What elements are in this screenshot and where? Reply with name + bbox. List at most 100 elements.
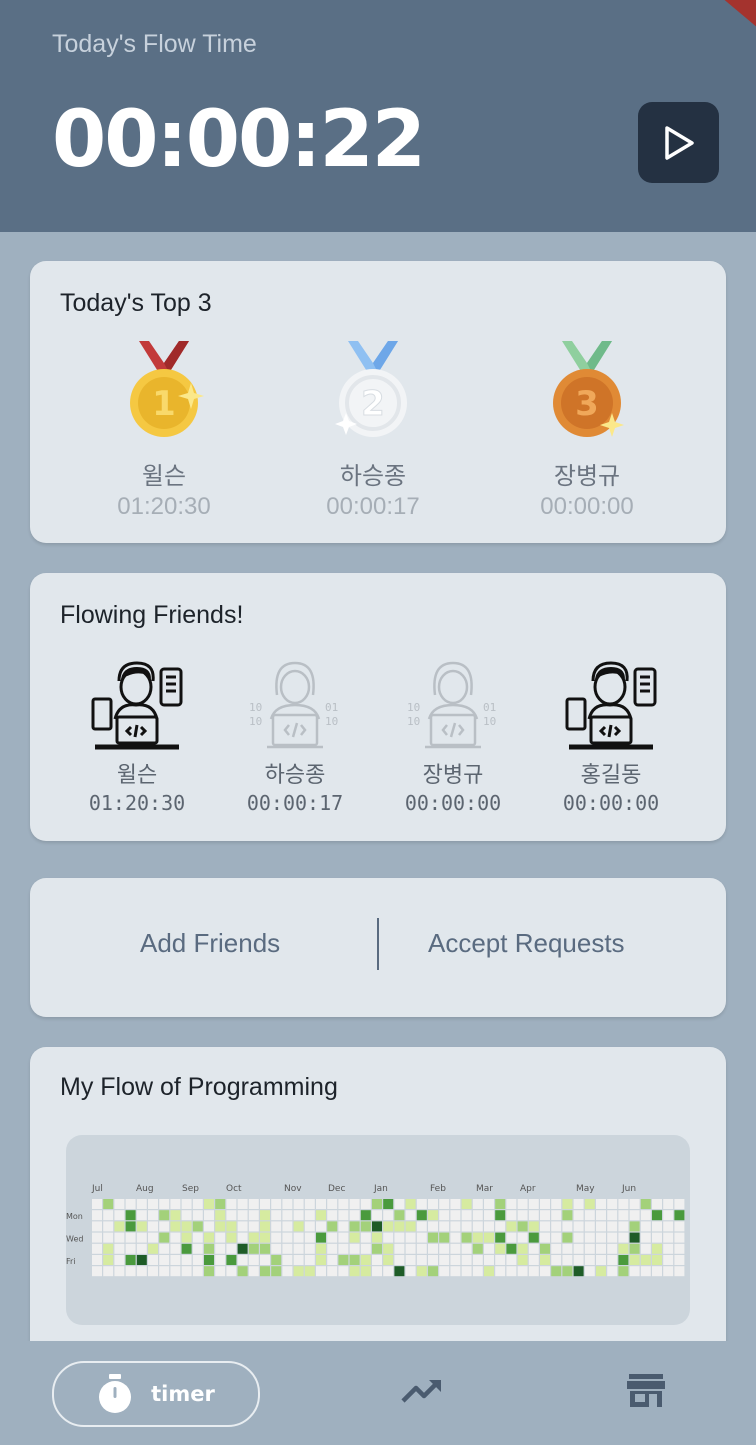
friend-item[interactable]: 홍길동 00:00:00 — [546, 659, 676, 815]
heatmap-cell — [629, 1255, 640, 1265]
heatmap-cell — [551, 1232, 562, 1243]
heatmap-cell — [282, 1221, 293, 1232]
heatmap-cell — [148, 1232, 158, 1243]
heatmap-cell — [159, 1243, 170, 1254]
heatmap-cell — [192, 1243, 203, 1254]
heatmap-cell — [652, 1199, 662, 1209]
heatmap-cell — [271, 1210, 282, 1221]
heatmap-cell — [260, 1210, 270, 1221]
heatmap-cell — [573, 1221, 584, 1232]
heatmap-cell — [629, 1221, 640, 1232]
heatmap-cell — [663, 1232, 674, 1243]
heatmap-cell — [136, 1210, 147, 1221]
heatmap-cell — [282, 1210, 293, 1221]
heatmap-cell — [372, 1266, 382, 1277]
accept-requests-button[interactable]: Accept Requests — [428, 928, 625, 959]
timer-value: 00:00:22 — [52, 95, 426, 185]
heatmap-cell — [293, 1199, 304, 1209]
heatmap-cell — [394, 1199, 405, 1209]
heatmap-cell — [159, 1221, 170, 1232]
svg-text:01: 01 — [325, 701, 338, 714]
heatmap-cell — [170, 1199, 181, 1209]
heatmap-cell — [428, 1266, 438, 1277]
heatmap-cell — [204, 1232, 214, 1243]
heatmap-cell — [327, 1199, 338, 1209]
heatmap-cell — [304, 1266, 315, 1277]
heatmap-cell — [204, 1221, 214, 1232]
heatmap-cell — [92, 1210, 102, 1221]
heatmap-cell — [607, 1232, 618, 1243]
heatmap-cell — [562, 1221, 573, 1232]
heatmap-cell — [181, 1243, 192, 1254]
heatmap-cell — [327, 1221, 338, 1232]
heatmap-cell — [92, 1255, 102, 1265]
heatmap-cell — [472, 1232, 483, 1243]
nav-timer-tab[interactable]: timer — [52, 1361, 260, 1427]
heatmap-cell — [573, 1232, 584, 1243]
heatmap-cell — [405, 1255, 416, 1265]
friend-time: 01:20:30 — [88, 791, 186, 815]
friend-item[interactable]: 10 10 01 10 장병규 00:00:00 — [388, 659, 518, 815]
heatmap-cell — [316, 1255, 326, 1265]
heatmap-cell — [304, 1243, 315, 1254]
month-label: Jul — [91, 1184, 103, 1194]
heatmap-cell — [271, 1221, 282, 1232]
heatmap-cell — [114, 1255, 125, 1265]
heatmap-cell — [327, 1243, 338, 1254]
heatmap-cell — [584, 1266, 595, 1277]
heatmap-cell — [349, 1243, 360, 1254]
heatmap-cell — [125, 1243, 136, 1254]
heatmap-cell — [528, 1199, 539, 1209]
heatmap-cell — [416, 1210, 427, 1221]
heatmap-cell — [674, 1243, 685, 1254]
heatmap-cell — [159, 1232, 170, 1243]
heatmap-cell — [394, 1232, 405, 1243]
heatmap-cell — [640, 1266, 651, 1277]
heatmap-cell — [383, 1232, 394, 1243]
storefront-icon — [627, 1374, 665, 1407]
heatmap-cell — [629, 1266, 640, 1277]
heatmap-cell — [450, 1266, 461, 1277]
nav-stats-tab[interactable] — [400, 1375, 446, 1411]
nav-timer-label: timer — [151, 1382, 215, 1406]
play-button[interactable] — [638, 102, 719, 183]
heatmap-cell — [260, 1232, 270, 1243]
heatmap-cell — [562, 1199, 573, 1209]
heatmap-cell — [674, 1199, 685, 1209]
month-label: Oct — [226, 1184, 242, 1194]
heatmap-svg: Jul Aug Sep Oct Nov Dec Jan Feb Mar Apr May Jun Mon W… — [66, 1184, 685, 1277]
heatmap-cell — [640, 1199, 651, 1209]
heatmap-cell — [517, 1255, 528, 1265]
heatmap-cell — [316, 1243, 326, 1254]
heatmap-cell — [573, 1199, 584, 1209]
heatmap-cell — [618, 1210, 629, 1221]
heatmap-cell — [260, 1243, 270, 1254]
heatmap-cell — [472, 1221, 483, 1232]
heatmap-cell — [215, 1210, 226, 1221]
heatmap-cell — [540, 1232, 550, 1243]
heatmap-cell — [170, 1221, 181, 1232]
heatmap-cell — [215, 1199, 226, 1209]
heatmap-cell — [170, 1255, 181, 1265]
heatmap-cell — [204, 1199, 214, 1209]
divider — [377, 918, 379, 970]
heatmap-cell — [506, 1221, 517, 1232]
heatmap-cell — [383, 1243, 394, 1254]
friend-item[interactable]: 10 10 01 10 하승종 00:00:17 — [230, 659, 360, 815]
heatmap-cell — [148, 1199, 158, 1209]
nav-store-tab[interactable] — [626, 1373, 666, 1413]
heatmap-cell — [293, 1266, 304, 1277]
heatmap-cell — [461, 1199, 472, 1209]
friend-item[interactable]: 윌슨 01:20:30 — [72, 659, 202, 815]
heatmap-cell — [148, 1243, 158, 1254]
heatmap-cell — [607, 1243, 618, 1254]
heatmap-cell — [652, 1221, 662, 1232]
heatmap-cell — [663, 1221, 674, 1232]
svg-text:10: 10 — [483, 715, 496, 728]
heatmap-cell — [181, 1232, 192, 1243]
add-friends-button[interactable]: Add Friends — [140, 928, 280, 959]
heatmap-cell — [551, 1199, 562, 1209]
top3-entry-3: 3 장병규 00:00:00 — [517, 341, 657, 521]
heatmap-cell — [372, 1210, 382, 1221]
heatmap-cell — [416, 1199, 427, 1209]
